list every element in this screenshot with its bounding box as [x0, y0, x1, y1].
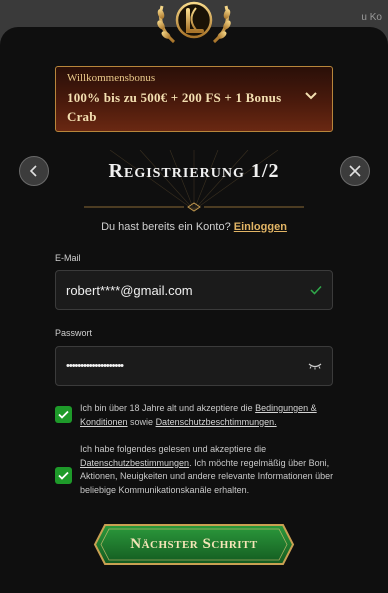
brand-logo-icon: [157, 1, 231, 44]
backdrop-text: u Ko: [361, 12, 382, 23]
bonus-label: Willkommensbonus: [67, 72, 156, 84]
password-label: Passwort: [55, 328, 93, 338]
page-title: Registrierung 1/2: [108, 160, 280, 182]
marketing-consent-checkbox[interactable]: [55, 467, 72, 484]
age-terms-text-part: Ich bin über 18 Jahre alt und akzeptiere…: [80, 403, 256, 413]
welcome-bonus-dropdown[interactable]: Willkommensbonus 100% bis zu 500€ + 200 …: [55, 66, 333, 132]
marketing-consent-text: Ich habe folgendes gelesen und akzeptier…: [80, 443, 335, 497]
valid-check-icon: [310, 285, 322, 295]
password-field[interactable]: ••••••••••••••••••••: [55, 346, 333, 386]
age-terms-text-part: sowie: [127, 416, 156, 427]
marketing-text-part: Ich habe folgendes gelesen und akzeptier…: [80, 444, 267, 454]
email-field[interactable]: robert****@gmail.com: [55, 270, 333, 310]
close-button[interactable]: [340, 156, 370, 186]
age-terms-text: Ich bin über 18 Jahre alt und akzeptiere…: [80, 402, 335, 429]
eye-closed-icon[interactable]: [308, 362, 322, 370]
age-terms-checkbox[interactable]: [55, 406, 72, 423]
login-link[interactable]: Einloggen: [234, 221, 287, 233]
chevron-down-icon: [305, 92, 317, 100]
login-prompt-text: Du hast bereits ein Konto?: [101, 221, 231, 233]
bonus-value: 100% bis zu 500€ + 200 FS + 1 Bonus Crab: [67, 90, 282, 124]
checkmark-icon: [58, 471, 69, 480]
next-step-button[interactable]: Nächster Schritt: [93, 523, 295, 566]
title-divider: [84, 202, 304, 212]
login-prompt-row: Du hast bereits ein Konto? Einloggen: [0, 221, 388, 233]
password-value: ••••••••••••••••••••: [66, 360, 124, 372]
privacy-policy-link[interactable]: Datenschutzbestimmungen: [80, 458, 189, 468]
close-icon: [349, 165, 361, 177]
checkmark-icon: [58, 410, 69, 419]
email-value: robert****@gmail.com: [66, 282, 193, 298]
email-label: E-Mail: [55, 253, 81, 263]
next-step-label: Nächster Schritt: [130, 536, 258, 552]
privacy-link[interactable]: Datenschutzbeschtimmungen.: [156, 417, 277, 427]
